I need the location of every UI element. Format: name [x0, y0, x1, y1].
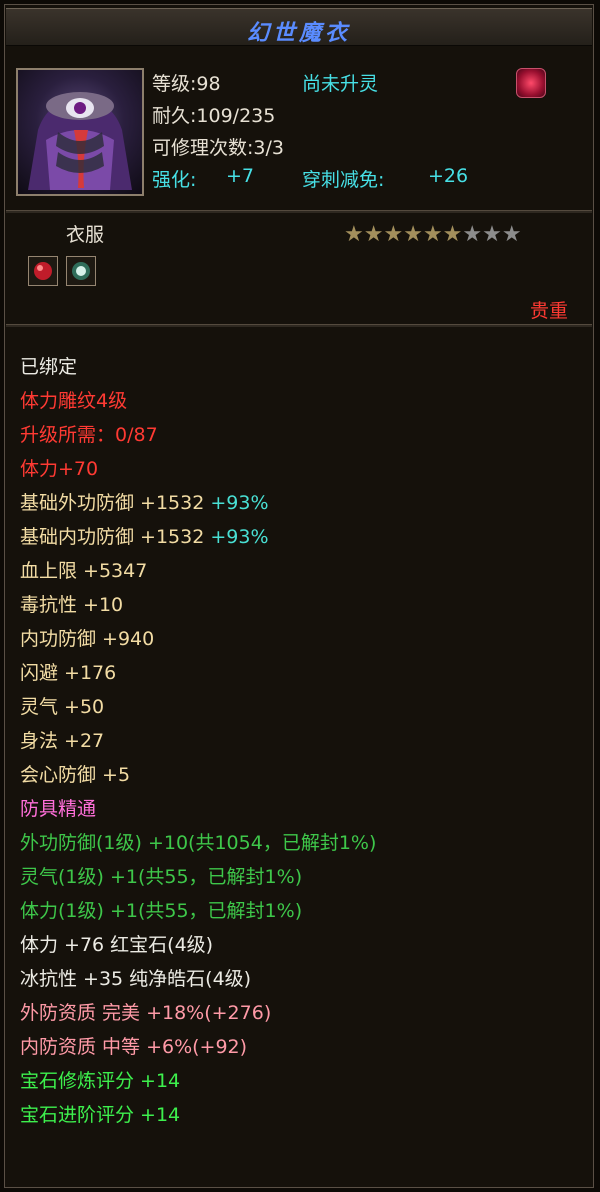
- attribute-row: 防具精通: [20, 792, 376, 826]
- star-filled-icon: ★: [383, 222, 404, 247]
- repair-count-text: 可修理次数:3/3: [152, 137, 284, 159]
- attribute-text: 基础内功防御 +1532: [20, 526, 211, 548]
- divider: [6, 324, 592, 327]
- red-gem-icon[interactable]: [28, 256, 58, 286]
- star-filled-icon: ★: [422, 222, 443, 247]
- attribute-text: 会心防御 +5: [20, 764, 131, 786]
- attribute-row: 身法 +27: [20, 724, 376, 758]
- attribute-text: 防具精通: [20, 798, 97, 820]
- divider: [6, 210, 592, 213]
- attribute-text: 基础外功防御 +1532: [20, 492, 211, 514]
- attribute-row: 体力(1级) +1(共55，已解封1%): [20, 894, 376, 928]
- white-gem-icon[interactable]: [66, 256, 96, 286]
- attribute-text: 外防资质 完美 +18%(+276): [20, 1002, 272, 1024]
- attribute-text: 宝石修炼评分 +14: [20, 1070, 181, 1092]
- attribute-text: 宝石进阶评分 +14: [20, 1104, 181, 1126]
- pierce-value: +26: [428, 165, 469, 187]
- attribute-text: 血上限 +5347: [20, 560, 148, 582]
- spirit-status: 尚未升灵: [302, 73, 379, 95]
- attribute-row: 内功防御 +940: [20, 622, 376, 656]
- level-text: 等级:98: [152, 73, 221, 95]
- attribute-row: 冰抗性 +35 纯净皓石(4级): [20, 962, 376, 996]
- attribute-percent: +93%: [210, 526, 269, 548]
- enhance-label: 强化:: [152, 169, 197, 191]
- attribute-text: 内防资质 中等 +6%(+92): [20, 1036, 248, 1058]
- attribute-text: 闪避 +176: [20, 662, 117, 684]
- attribute-row: 外防资质 完美 +18%(+276): [20, 996, 376, 1030]
- attribute-row: 宝石进阶评分 +14: [20, 1098, 376, 1132]
- attribute-row: 闪避 +176: [20, 656, 376, 690]
- attribute-text: 体力 +76 红宝石(4级): [20, 934, 214, 956]
- attribute-row: 已绑定: [20, 350, 376, 384]
- title-bar: 幻世魔衣: [6, 8, 592, 46]
- attribute-text: 体力雕纹4级: [20, 390, 128, 412]
- star-rating: ★★★★★★★★★: [344, 222, 522, 247]
- item-type: 衣服: [66, 224, 105, 246]
- attribute-row: 毒抗性 +10: [20, 588, 376, 622]
- attribute-row: 灵气(1级) +1(共55，已解封1%): [20, 860, 376, 894]
- star-empty-icon: ★: [462, 222, 483, 247]
- item-name: 幻世魔衣: [246, 20, 351, 46]
- attribute-row: 体力雕纹4级: [20, 384, 376, 418]
- pierce-label: 穿刺减免:: [302, 169, 385, 191]
- attribute-row: 体力+70: [20, 452, 376, 486]
- attribute-text: 灵气 +50: [20, 696, 105, 718]
- star-empty-icon: ★: [482, 222, 502, 247]
- durability-text: 耐久:109/235: [152, 105, 276, 127]
- attribute-row: 宝石修炼评分 +14: [20, 1064, 376, 1098]
- star-filled-icon: ★: [363, 222, 384, 247]
- star-empty-icon: ★: [501, 222, 522, 247]
- attribute-row: 会心防御 +5: [20, 758, 376, 792]
- attribute-row: 升级所需：0/87: [20, 418, 376, 452]
- attribute-row: 基础内功防御 +1532 +93%: [20, 520, 376, 554]
- attribute-row: 灵气 +50: [20, 690, 376, 724]
- attribute-text: 外功防御(1级) +10(共1054，已解封1%): [20, 832, 377, 854]
- attribute-text: 已绑定: [20, 356, 78, 378]
- rune-icon[interactable]: [516, 68, 546, 98]
- attribute-row: 体力 +76 红宝石(4级): [20, 928, 376, 962]
- enhance-value: +7: [226, 165, 255, 187]
- star-filled-icon: ★: [442, 222, 463, 247]
- attribute-percent: +93%: [210, 492, 269, 514]
- star-filled-icon: ★: [344, 222, 364, 247]
- attribute-text: 灵气(1级) +1(共55，已解封1%): [20, 866, 303, 888]
- attribute-text: 毒抗性 +10: [20, 594, 124, 616]
- attribute-text: 升级所需：0/87: [20, 424, 158, 446]
- attribute-row: 血上限 +5347: [20, 554, 376, 588]
- armor-portrait-icon: [16, 68, 144, 196]
- attribute-row: 外功防御(1级) +10(共1054，已解封1%): [20, 826, 376, 860]
- star-filled-icon: ★: [403, 222, 423, 247]
- attribute-text: 体力+70: [20, 458, 99, 480]
- attribute-list: 已绑定 体力雕纹4级 升级所需：0/87 体力+70 基础外功防御 +1532 …: [20, 350, 376, 1132]
- attribute-text: 身法 +27: [20, 730, 105, 752]
- attribute-text: 内功防御 +940: [20, 628, 155, 650]
- attribute-row: 内防资质 中等 +6%(+92): [20, 1030, 376, 1064]
- attribute-text: 冰抗性 +35 纯净皓石(4级): [20, 968, 252, 990]
- attribute-text: 体力(1级) +1(共55，已解封1%): [20, 900, 303, 922]
- rarity-label: 贵重: [530, 300, 569, 322]
- attribute-row: 基础外功防御 +1532 +93%: [20, 486, 376, 520]
